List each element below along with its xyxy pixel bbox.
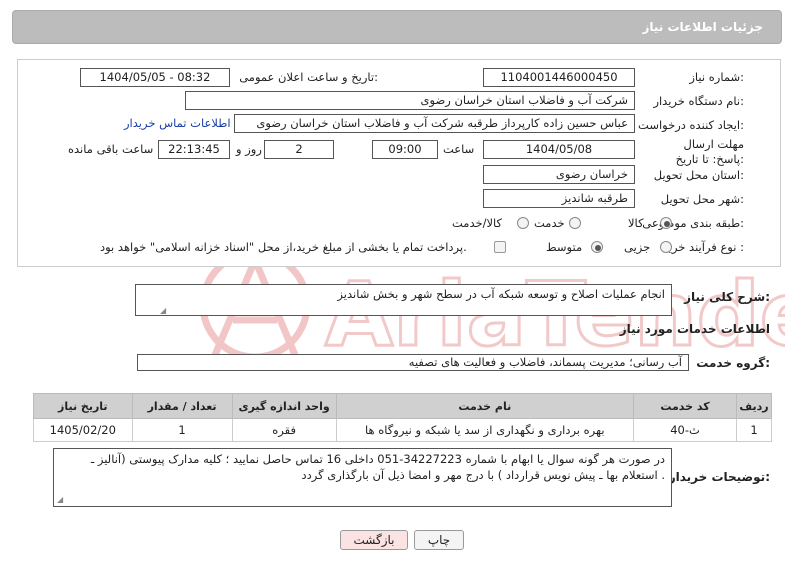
col-service-name: نام خدمت: [335, 393, 635, 419]
summary-field: انجام عملیات اصلاح و توسعه شبکه آب در سط…: [135, 284, 672, 316]
cell-row-number: 1: [736, 418, 772, 442]
treasury-checkbox[interactable]: [494, 241, 506, 253]
category-radio-both[interactable]: [517, 217, 529, 229]
notes-line-2: استعلام بها ـ پیش نویس قرارداد ) با درج …: [301, 468, 665, 482]
services-section-title: اطلاعات خدمات مورد نیاز: [619, 322, 770, 336]
time-label: ساعت: [443, 142, 475, 156]
page-title: جزئیات اطلاعات نیاز: [642, 20, 763, 34]
province-field: خراسان رضوی: [483, 165, 635, 184]
days-label: روز و: [236, 142, 262, 156]
remaining-label: ساعت باقی مانده: [68, 142, 154, 156]
deadline-time-field: 09:00: [372, 140, 438, 159]
need-number-field: 1104001446000450: [483, 68, 635, 87]
cell-quantity: 1: [131, 418, 233, 442]
city-label: شهر محل تحویل:: [660, 192, 744, 206]
remaining-time-field: 22:13:45: [158, 140, 230, 159]
category-option-goods: کالا: [628, 216, 644, 230]
cell-service-code: ث-40: [632, 418, 738, 442]
days-field: 2: [264, 140, 334, 159]
process-radio-medium[interactable]: [591, 241, 603, 253]
deadline-label: مهلت ارسال پاسخ: تا تاریخ:: [675, 137, 744, 166]
process-option-medium: متوسط: [546, 240, 583, 254]
buyer-contact-link[interactable]: اطلاعات تماس خریدار: [124, 116, 231, 130]
table-row: 1405/02/20 1 فقره بهره برداری و نگهداری …: [33, 418, 772, 442]
category-option-service: خدمت: [534, 216, 565, 230]
notes-label: توضیحات خریدار:: [668, 470, 770, 484]
province-label: استان محل تحویل:: [653, 168, 744, 182]
col-need-date: تاریخ نیاز: [33, 393, 133, 419]
table-header-row: تاریخ نیاز تعداد / مقدار واحد اندازه گیر…: [33, 393, 772, 419]
buyer-org-field: شرکت آب و فاضلاب استان خراسان رضوی: [185, 91, 635, 110]
category-label: طبقه بندی موضوعی:: [642, 216, 744, 230]
service-group-field: آب رسانی؛ مدیریت پسماند، فاضلاب و فعالیت…: [137, 354, 689, 371]
process-label: نوع فرآیند خرید :: [662, 240, 744, 254]
deadline-date-field: 1404/05/08: [483, 140, 635, 159]
col-unit: واحد اندازه گیری: [231, 393, 337, 419]
cell-need-date: 1405/02/20: [33, 418, 133, 442]
resize-grip-icon: ◢: [57, 495, 64, 504]
col-quantity: تعداد / مقدار: [131, 393, 233, 419]
buyer-org-label: نام دستگاه خریدار:: [653, 94, 744, 108]
process-option-minor: جزیی: [624, 240, 651, 254]
payment-note: پرداخت تمام یا بخشی از مبلغ خرید،از محل …: [100, 240, 467, 254]
back-button[interactable]: بازگشت: [340, 530, 408, 550]
services-table: تاریخ نیاز تعداد / مقدار واحد اندازه گیر…: [33, 393, 772, 442]
creator-label: ایجاد کننده درخواست:: [638, 118, 744, 132]
summary-label: شرح کلی نیاز:: [684, 290, 770, 304]
creator-field: عباس حسین زاده کارپرداز طرقبه شرکت آب و …: [234, 114, 635, 133]
need-number-label: شماره نیاز:: [689, 70, 744, 84]
city-field: طرقبه شاندیز: [483, 189, 635, 208]
announce-label: تاریخ و ساعت اعلان عمومی:: [239, 70, 378, 84]
cell-service-name: بهره برداری و نگهداری از سد یا شبکه و نی…: [335, 418, 635, 442]
service-group-label: گروه خدمت:: [696, 356, 770, 370]
category-radio-service[interactable]: [569, 217, 581, 229]
notes-line-1: در صورت هر گونه سوال یا ابهام با شماره 3…: [90, 452, 665, 466]
print-button[interactable]: چاپ: [414, 530, 464, 550]
announce-field: 1404/05/05 - 08:32: [80, 68, 230, 87]
col-row-number: ردیف: [736, 393, 772, 419]
col-service-code: کد خدمت: [632, 393, 738, 419]
process-radio-minor[interactable]: [660, 241, 672, 253]
notes-field: در صورت هر گونه سوال یا ابهام با شماره 3…: [53, 448, 672, 507]
page-header: جزئیات اطلاعات نیاز: [12, 10, 782, 44]
category-radio-goods[interactable]: [660, 217, 672, 229]
resize-grip-icon: ◢: [160, 306, 167, 315]
cell-unit: فقره: [231, 418, 337, 442]
category-option-both: کالا/خدمت: [452, 216, 503, 230]
